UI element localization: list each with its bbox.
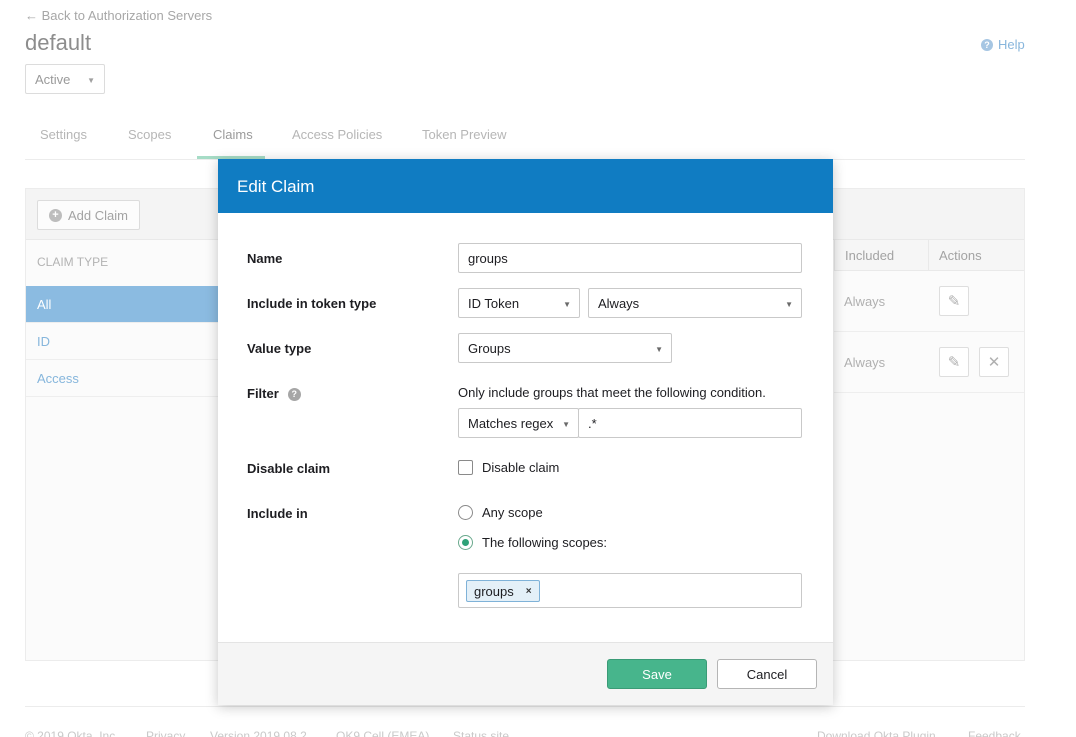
disable-claim-option: Disable claim [482,460,560,475]
status-dropdown[interactable]: Active ▼ [25,64,105,94]
footer-copyright: © 2019 Okta, Inc. [25,729,119,737]
edit-claim-button[interactable]: ✎ [939,286,969,316]
modal-footer: Save Cancel [218,642,833,705]
footer-download-plugin-link[interactable]: Download Okta Plugin [817,729,936,737]
pencil-icon: ✎ [947,293,961,310]
tab-token-preview[interactable]: Token Preview [422,127,507,142]
tab-access-policies[interactable]: Access Policies [292,127,382,142]
help-label: Help [998,37,1025,52]
modal-title: Edit Claim [218,159,833,213]
following-scopes-option: The following scopes: [482,535,608,550]
tab-bar: Settings Scopes Claims Access Policies T… [25,120,1025,160]
filter-regex-input[interactable]: .* [578,408,802,438]
help-icon[interactable]: ? [287,387,301,401]
cancel-button[interactable]: Cancel [717,659,817,689]
close-icon: ✕ [987,354,1001,371]
any-scope-radio[interactable] [458,505,473,520]
plus-icon: + [49,208,62,222]
filter-match-select[interactable]: Matches regex ▼ [458,408,579,438]
help-icon: ? [981,38,993,51]
sidebar-item-all[interactable]: All [26,286,218,323]
token-when-select[interactable]: Always ▼ [588,288,802,318]
chevron-down-icon: ▼ [87,76,95,85]
value-type-label: Value type [247,341,312,356]
chevron-down-icon: ▼ [563,300,571,309]
back-link[interactable]: ← Back to Authorization Servers [25,8,212,23]
help-link[interactable]: ? Help [981,37,1025,52]
row-divider [834,392,1024,393]
token-type-select[interactable]: ID Token ▼ [458,288,580,318]
disable-claim-checkbox[interactable] [458,460,473,475]
include-in-label: Include in [247,506,308,521]
add-claim-button[interactable]: + Add Claim [37,200,140,230]
edit-claim-modal: Edit Claim Name groups Include in token … [218,159,833,705]
row-included-value: Always [844,294,886,309]
value-type-value: Groups [468,341,511,356]
footer-version: Version 2019.08.2 [210,729,307,737]
tab-claims[interactable]: Claims [213,127,253,142]
disable-claim-label: Disable claim [247,461,331,476]
save-button[interactable]: Save [607,659,707,689]
tab-scopes[interactable]: Scopes [128,127,171,142]
column-header-included: Included [834,240,928,271]
scope-chip: groups × [466,580,540,602]
footer-status-link[interactable]: Status site [453,729,509,737]
claim-type-header: CLAIM TYPE [37,255,109,269]
token-when-value: Always [598,296,640,311]
footer-privacy-link[interactable]: Privacy [146,729,185,737]
following-scopes-radio[interactable] [458,535,473,550]
filter-label: Filter [247,386,279,401]
filter-regex-value: .* [588,416,597,431]
footer-cell: OK9 Cell (EMEA) [336,729,430,737]
modal-body: Name groups Include in token type ID Tok… [218,213,833,642]
tab-settings[interactable]: Settings [40,127,87,142]
edit-claim-button[interactable]: ✎ [939,347,969,377]
any-scope-option: Any scope [482,505,543,520]
value-type-select[interactable]: Groups ▼ [458,333,672,363]
scopes-input[interactable]: groups × [458,573,802,608]
footer-feedback-link[interactable]: Feedback [968,729,1021,737]
chevron-down-icon: ▼ [655,345,663,354]
sidebar-item-id[interactable]: ID [26,323,218,360]
chevron-down-icon: ▼ [785,300,793,309]
row-included-value: Always [844,355,886,370]
chevron-down-icon: ▼ [562,420,570,429]
filter-label-row: Filter? [247,386,301,401]
token-type-value: ID Token [468,296,520,311]
name-value: groups [468,251,508,266]
status-value: Active [35,72,71,87]
pencil-icon: ✎ [947,354,961,371]
filter-note: Only include groups that meet the follow… [458,385,766,400]
footer-divider [25,706,1025,707]
filter-match-value: Matches regex [468,416,554,431]
row-divider [834,331,1024,332]
page-title: default [25,30,92,55]
token-type-label: Include in token type [247,296,377,311]
scope-chip-label: groups [474,583,514,599]
add-claim-label: Add Claim [68,207,128,223]
delete-claim-button[interactable]: ✕ [979,347,1009,377]
column-header-actions: Actions [928,240,1024,271]
name-input[interactable]: groups [458,243,802,273]
remove-chip-icon[interactable]: × [526,586,532,597]
name-label: Name [247,251,283,266]
sidebar-item-access[interactable]: Access [26,360,218,397]
